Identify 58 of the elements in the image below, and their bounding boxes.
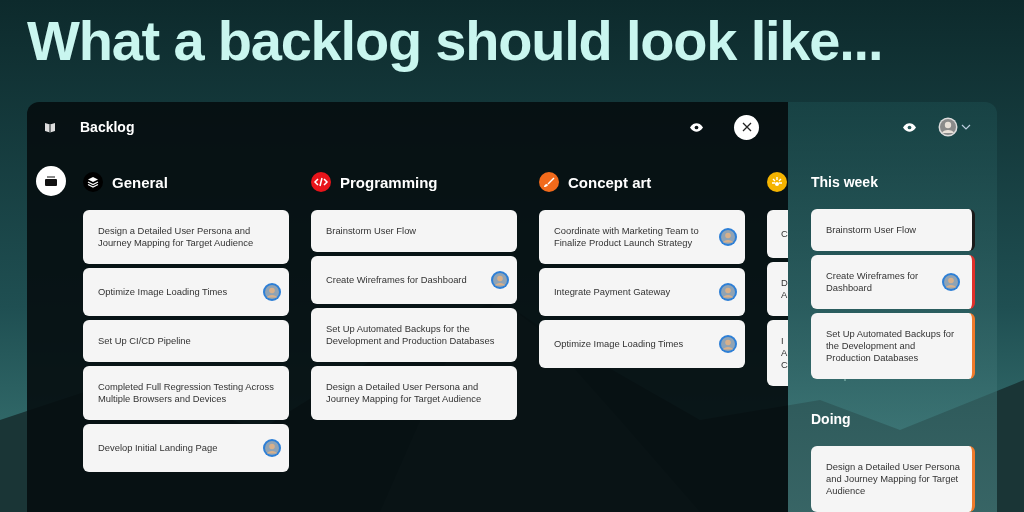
card-title: Develop Initial Landing Page [98, 442, 219, 454]
inbox-button[interactable] [36, 166, 66, 196]
card-title: Optimize Image Loading Times [98, 286, 229, 298]
task-card[interactable]: Develop Initial Landing Page [83, 424, 289, 472]
task-card[interactable]: C [767, 210, 788, 258]
card-title: Create Wireframes for Dashboard [826, 270, 920, 294]
close-icon [741, 122, 752, 132]
avatar[interactable] [938, 117, 958, 137]
task-card[interactable]: Brainstorm User Flow [311, 210, 517, 252]
task-card[interactable]: Create Wireframes for Dashboard [811, 255, 975, 309]
card-title: C [781, 228, 788, 240]
card-title: Optimize Image Loading Times [554, 338, 685, 350]
task-card[interactable]: Completed Full Regression Testing Across Multiple Browsers and Devices [83, 366, 289, 420]
task-card[interactable]: Design a Detailed User Persona and Journey Mapping for Target Audience [83, 210, 289, 264]
window-title: Backlog [80, 119, 135, 135]
card-title: Set Up CI/CD Pipeline [98, 335, 192, 347]
headline: What a backlog should look like... [26, 8, 884, 74]
section-title: This week [811, 173, 879, 192]
eye-icon[interactable] [690, 122, 703, 132]
task-card[interactable]: I A C [767, 320, 788, 386]
task-card[interactable]: Optimize Image Loading Times [539, 320, 745, 368]
task-card[interactable]: Design a Detailed User Persona and Journey Mapping for Target Audience [311, 366, 517, 420]
section-title: Doing [811, 410, 852, 429]
task-card[interactable]: Integrate Payment Gateway [539, 268, 745, 316]
chevron-down-icon[interactable] [961, 124, 971, 130]
sparkle-icon [767, 172, 787, 192]
close-button[interactable] [734, 114, 759, 140]
card-title: Design a Detailed User Persona and Journey Mapping for Target Audience [98, 225, 255, 249]
card-title: Integrate Payment Gateway [554, 286, 672, 298]
card-title: Design a Detailed User Persona and Journey Mapping for Target Audience [826, 461, 960, 497]
task-card[interactable]: Create Wireframes for Dashboard [311, 256, 517, 304]
book-icon [44, 121, 56, 133]
layers-icon [83, 172, 103, 192]
task-card[interactable]: Optimize Image Loading Times [83, 268, 289, 316]
task-card[interactable]: D A [767, 262, 788, 316]
card-title: Coordinate with Marketing Team to Finalize Product Launch Strategy [554, 225, 700, 249]
eye-icon[interactable] [903, 122, 916, 132]
card-title: D A [781, 277, 788, 301]
task-card[interactable]: Set Up CI/CD Pipeline [83, 320, 289, 362]
card-title: Design a Detailed User Persona and Journey Mapping for Target Audience [326, 381, 483, 405]
code-icon [311, 172, 331, 192]
task-card[interactable]: Coordinate with Marketing Team to Finalize Product Launch Strategy [539, 210, 745, 264]
task-card[interactable]: Design a Detailed User Persona and Journey Mapping for Target Audience [811, 446, 975, 512]
card-title: Set Up Automated Backups for the Development and Production Databases [326, 323, 496, 347]
column-title: Programming [340, 173, 438, 191]
task-card[interactable]: Set Up Automated Backups for the Development and Production Databases [811, 313, 975, 379]
card-title: Set Up Automated Backups for the Development and Production Databases [826, 328, 956, 364]
column-title: Concept art [568, 173, 652, 191]
card-title: Completed Full Regression Testing Across Multiple Browsers and Devices [98, 381, 275, 405]
card-title: Create Wireframes for Dashboard [326, 274, 468, 286]
card-title: Brainstorm User Flow [326, 225, 418, 237]
column-title: General [112, 173, 168, 191]
task-card[interactable]: Brainstorm User Flow [811, 209, 975, 251]
tray-icon [45, 176, 57, 186]
card-title: I A C [781, 335, 788, 371]
card-title: Brainstorm User Flow [826, 224, 918, 236]
brush-icon [539, 172, 559, 192]
task-card[interactable]: Set Up Automated Backups for the Development and Production Databases [311, 308, 517, 362]
